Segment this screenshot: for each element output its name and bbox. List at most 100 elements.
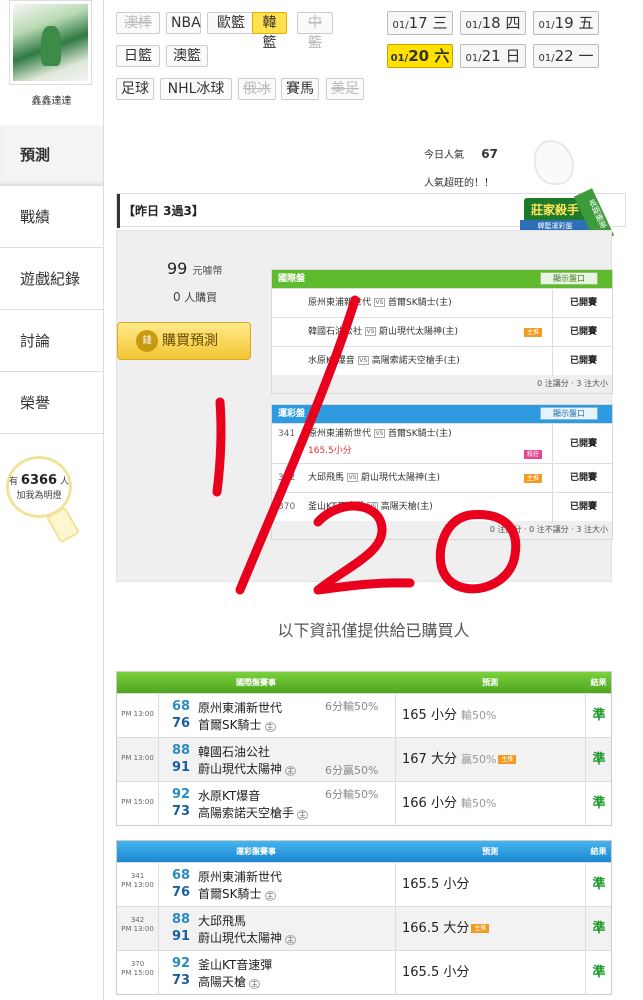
sport-tab[interactable]: 俄冰 (238, 78, 276, 100)
sport-tab[interactable]: NHL冰球 (160, 78, 232, 100)
home-score: 91 (172, 760, 191, 775)
col-prediction: 預測 (482, 678, 498, 687)
date-tab[interactable]: 01/18 四 (460, 11, 526, 35)
fans-cta: 加我為明燈 (16, 491, 62, 501)
home-team: 高陽天槍(主) (380, 502, 433, 512)
buyers-count: 0 (173, 290, 181, 304)
odds-row: 370 釜山KT音速彈 VS 高陽天槍(主) 已開賽 (272, 492, 612, 522)
vs-icon: VS (366, 502, 378, 511)
home-team: 蔚山現代太陽神 (198, 762, 283, 776)
intl-results-table: 國際盤賽事 預測 結果 PM 13:00 68 76 原州東浦新世代 首爾SK騎士主 6分… (116, 671, 612, 826)
handicap: 6分輸50% (325, 700, 379, 713)
date-tab[interactable]: 01/17 三 (387, 11, 453, 35)
away-team: 釜山KT音速彈 (198, 958, 273, 972)
home-team-cell: 高陽索諾天空槍手主 (198, 804, 309, 821)
home-team: 高陽天槍 (198, 975, 247, 989)
result-row: PM 13:00 88 91 韓國石油公社 蔚山現代太陽神主 6分贏50% 167 大分 贏5… (117, 737, 611, 781)
sport-tab[interactable]: 賽馬 (281, 78, 319, 100)
sidebar-item[interactable]: 預測 (0, 125, 103, 186)
sport-tab[interactable]: 中籃 (297, 12, 333, 51)
sport-tab[interactable]: NBA (166, 12, 201, 34)
sport-tab[interactable]: 澳籃 (166, 45, 208, 67)
main-content: 澳棒 NBA 歐籃 韓籃 中籃 日籃 澳籃 足球 NHL冰球 俄冰 賽馬 美足 01/17 三 01/1… (104, 0, 643, 1000)
handicap: 6分贏50% (325, 764, 379, 777)
home-mark: 主 (285, 766, 297, 776)
intl-results-header: 國際盤賽事 預測 結果 (117, 672, 611, 693)
intl-show-odds-button[interactable]: 顯示盤口 (540, 272, 598, 285)
matchup: 釜山KT音速彈 VS 高陽天槍(主) (308, 493, 433, 522)
date-tab[interactable]: 01/19 五 (533, 11, 599, 35)
sidebar-item[interactable]: 討論 (0, 311, 103, 372)
away-score: 92 (172, 787, 191, 802)
game-number: 342 (278, 473, 296, 483)
sidebar-item[interactable]: 戰績 (0, 187, 103, 248)
sidebar-item[interactable]: 榮譽 (0, 373, 103, 434)
prediction: 166 小分 輸50% (395, 782, 585, 825)
sport-tab[interactable]: 日籃 (116, 45, 160, 67)
intl-odds-footer: 0 注讓分 ‧ 3 注大小 (272, 375, 612, 393)
col-match: 運彩盤賽事 (236, 847, 276, 856)
pick-tag: 主推 (524, 328, 542, 337)
price-unit: 元噱幣 (192, 266, 223, 277)
game-number: 342 (130, 916, 145, 924)
intl-odds-header: 國際盤 顯示盤口 (272, 270, 612, 288)
home-score: 76 (172, 885, 191, 900)
away-team: 原州東浦新世代 (198, 870, 283, 884)
buy-prediction-button[interactable]: 購買預測 (117, 322, 251, 360)
home-team: 首爾SK騎士 (198, 718, 262, 732)
lottery-show-odds-button[interactable]: 顯示盤口 (540, 407, 598, 420)
time-text: PM 15:00 (121, 798, 154, 806)
date-month: 01/ (465, 20, 482, 31)
away-team: 原州東浦新世代 (308, 429, 372, 439)
pick-tag: 主推 (498, 755, 517, 764)
prediction: 165.5 小分 (395, 951, 585, 994)
date-day: 20 (408, 47, 430, 65)
handicap: 6分輸50% (325, 788, 379, 801)
prediction-note: 輸50% (460, 797, 497, 810)
popularity-label: 今日人氣 (424, 150, 464, 161)
popularity-note: 人氣超旺的！！ (424, 178, 494, 189)
time-text: PM 13:00 (121, 925, 154, 933)
home-mark: 主 (264, 891, 276, 901)
home-mark: 主 (285, 935, 297, 945)
away-score: 92 (172, 956, 191, 971)
away-team: 水原KT爆音 (198, 789, 261, 803)
matchup: 大邱飛馬 VS 蔚山現代太陽神(主) (308, 464, 440, 493)
result-row: PM 15:00 92 73 水原KT爆音 高陽索諾天空槍手主 6分輸50% 166 小分輸… (117, 781, 611, 825)
prediction: 165 小分 輸50% (395, 694, 585, 737)
lottery-results-header: 運彩盤賽事 預測 結果 (117, 841, 611, 862)
date-month: 01/ (392, 20, 409, 31)
sport-tab[interactable]: 足球 (116, 78, 154, 100)
result-mark: 準 (585, 951, 612, 994)
game-status: 已開賽 (552, 318, 614, 347)
away-team: 韓國石油公社 (198, 745, 271, 759)
prediction: 166.5 大分 主推 (395, 907, 585, 950)
intl-odds-table: 國際盤 顯示盤口 原州東浦新世代 VS 首爾SK騎士(主) 已開賽 韓國石油公社 VS 蔚山… (271, 269, 613, 394)
away-score: 68 (172, 699, 191, 714)
date-tab[interactable]: 01/21 日 (460, 44, 526, 68)
lottery-odds-title: 運彩盤 (278, 409, 306, 419)
home-team: 首爾SK騎士(主) (388, 429, 452, 439)
avatar[interactable] (9, 0, 92, 85)
vs-icon: VS (347, 473, 359, 482)
date-tab[interactable]: 01/20 六 (387, 44, 453, 68)
prediction-panel: 99 元噱幣 0 人購買 購買預測 國際盤 顯示盤口 原州東浦新世代VS首爾SK… (116, 230, 613, 582)
lottery-odds-table: 運彩盤 顯示盤口 341 原州東浦新世代 VS 首爾SK騎士(主) 165.5小分 殺莊已… (271, 404, 613, 540)
cloud-icon (534, 140, 574, 185)
home-team: 首爾SK騎士 (198, 887, 262, 901)
date-tab[interactable]: 01/22 一 (533, 44, 599, 68)
matchup: 原州東浦新世代 VS 首爾SK騎士(主) (308, 289, 452, 318)
sport-tab[interactable]: 美足 (326, 78, 364, 100)
sport-tab[interactable]: 澳棒 (116, 12, 160, 34)
date-month: 01/ (465, 53, 482, 64)
away-score: 88 (172, 743, 191, 758)
home-team: 高陽索諾天空槍手(主) (371, 356, 460, 366)
date-weekday: 六 (434, 47, 450, 65)
away-score: 68 (172, 868, 191, 883)
sport-tab[interactable]: 歐籃 (207, 12, 255, 34)
sport-tab[interactable]: 韓籃 (252, 12, 287, 51)
odds-row: 原州東浦新世代 VS 首爾SK騎士(主) 已開賽 (272, 288, 612, 318)
prediction: 165.5 小分 (395, 863, 585, 906)
away-team: 大邱飛馬 (198, 914, 247, 928)
sidebar-item[interactable]: 遊戲紀錄 (0, 249, 103, 310)
